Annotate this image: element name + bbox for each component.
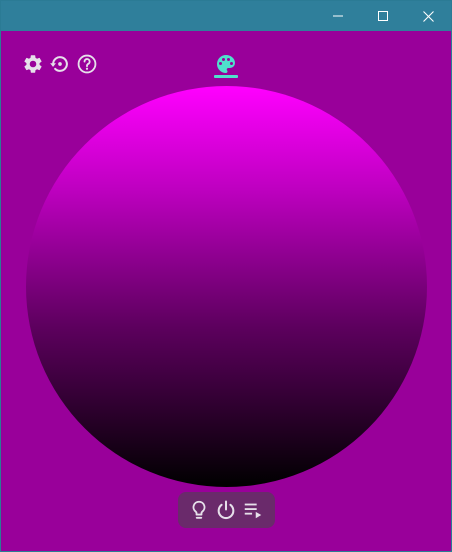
light-button[interactable] bbox=[187, 498, 211, 522]
tab-palette[interactable] bbox=[213, 50, 239, 78]
active-tab-indicator bbox=[214, 75, 238, 78]
help-circle-icon bbox=[77, 54, 97, 74]
title-bar[interactable] bbox=[1, 1, 451, 31]
lightbulb-icon bbox=[192, 500, 206, 519]
playlist-play-icon bbox=[244, 503, 262, 519]
maximize-button[interactable] bbox=[360, 1, 406, 31]
close-icon bbox=[422, 10, 434, 22]
app-window bbox=[0, 0, 452, 552]
color-picker-sphere[interactable] bbox=[26, 86, 427, 487]
help-button[interactable] bbox=[75, 52, 99, 76]
settings-button[interactable] bbox=[21, 52, 45, 76]
palette-icon bbox=[217, 55, 235, 73]
main-panel bbox=[1, 31, 451, 551]
power-icon bbox=[217, 500, 235, 519]
gear-icon bbox=[24, 55, 42, 73]
minimize-button[interactable] bbox=[315, 1, 361, 31]
power-button[interactable] bbox=[214, 498, 238, 522]
close-button[interactable] bbox=[405, 1, 451, 31]
minimize-icon bbox=[333, 15, 343, 17]
bottom-control-bar bbox=[178, 492, 275, 528]
maximize-icon bbox=[378, 11, 388, 21]
restore-history-icon bbox=[50, 56, 68, 72]
reset-button[interactable] bbox=[48, 52, 72, 76]
playlist-button[interactable] bbox=[241, 498, 265, 522]
